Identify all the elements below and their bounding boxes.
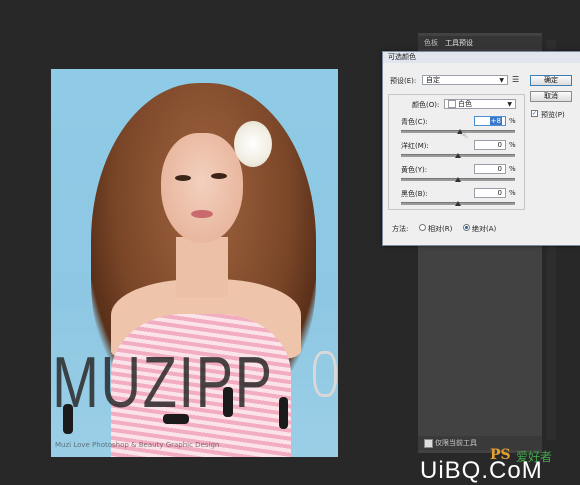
yellow-input[interactable]: 0 [474, 164, 506, 174]
lips [191, 210, 213, 218]
yellow-label: 黄色(Y): [401, 166, 428, 174]
watermark-subtext: Muzi Love Photoshop & Beauty Graphic Des… [55, 441, 220, 449]
neck [176, 237, 228, 297]
preset-label: 预设(E): [390, 77, 417, 85]
cyan-label: 青色(C): [401, 118, 428, 126]
colors-label: 颜色(O): [412, 101, 440, 109]
hair-flower [234, 121, 272, 167]
yellow-slider-thumb[interactable] [455, 177, 461, 182]
left-eye [175, 175, 191, 181]
cyan-input[interactable]: +8 [474, 116, 506, 126]
watermark-text: MUZIPP [52, 343, 274, 423]
cyan-value: +8 [489, 117, 502, 125]
method-label: 方法: [392, 225, 409, 233]
tab-tool-presets[interactable]: 工具预设 [445, 38, 473, 48]
relative-radio[interactable] [419, 224, 426, 231]
absolute-label: 绝对(A) [472, 225, 497, 233]
preview-checkbox[interactable]: ✓ [531, 110, 538, 117]
cancel-button[interactable]: 取消 [530, 91, 572, 102]
preset-value: 自定 [426, 76, 440, 84]
preview-label: 预览(P) [541, 111, 565, 119]
chevron-down-icon: ▼ [507, 101, 512, 108]
ok-button[interactable]: 确定 [530, 75, 572, 86]
colors-select[interactable]: 白色 ▼ [444, 99, 516, 109]
mouse-cursor-icon: ↖ [461, 131, 469, 141]
silhouette-figure [163, 414, 189, 424]
bracelet [313, 351, 337, 397]
colors-value: 白色 [458, 100, 472, 108]
dialog-title: 可选颜色 [383, 52, 580, 63]
yellow-percent: % [509, 165, 516, 173]
magenta-slider-thumb[interactable] [455, 153, 461, 158]
site-logo: PS 爱好者 UiBQ.CoM [418, 447, 578, 485]
magenta-input[interactable]: 0 [474, 140, 506, 150]
face [161, 133, 243, 243]
silhouette-figure [223, 387, 233, 417]
right-eye [211, 173, 227, 179]
relative-label: 相对(R) [428, 225, 453, 233]
panel-tabs: 色板 工具预设 [418, 36, 542, 49]
black-percent: % [509, 189, 516, 197]
magenta-percent: % [509, 141, 516, 149]
black-label: 黑色(B): [401, 190, 428, 198]
canvas-image: MUZIPP Muzi Love Photoshop & Beauty Grap… [51, 69, 338, 457]
black-input[interactable]: 0 [474, 188, 506, 198]
logo-main: UiBQ.CoM [420, 457, 543, 484]
black-slider-thumb[interactable] [455, 201, 461, 206]
cyan-percent: % [509, 117, 516, 125]
absolute-radio[interactable] [463, 224, 470, 231]
silhouette-figure [63, 404, 73, 434]
preset-select[interactable]: 自定 ▼ [422, 75, 508, 85]
magenta-label: 洋红(M): [401, 142, 429, 150]
preset-options-icon[interactable]: ☰ [512, 75, 519, 84]
tab-swatches[interactable]: 色板 [424, 38, 438, 48]
color-swatch-icon [448, 100, 456, 108]
silhouette-figure [279, 397, 288, 429]
chevron-down-icon: ▼ [499, 77, 504, 84]
